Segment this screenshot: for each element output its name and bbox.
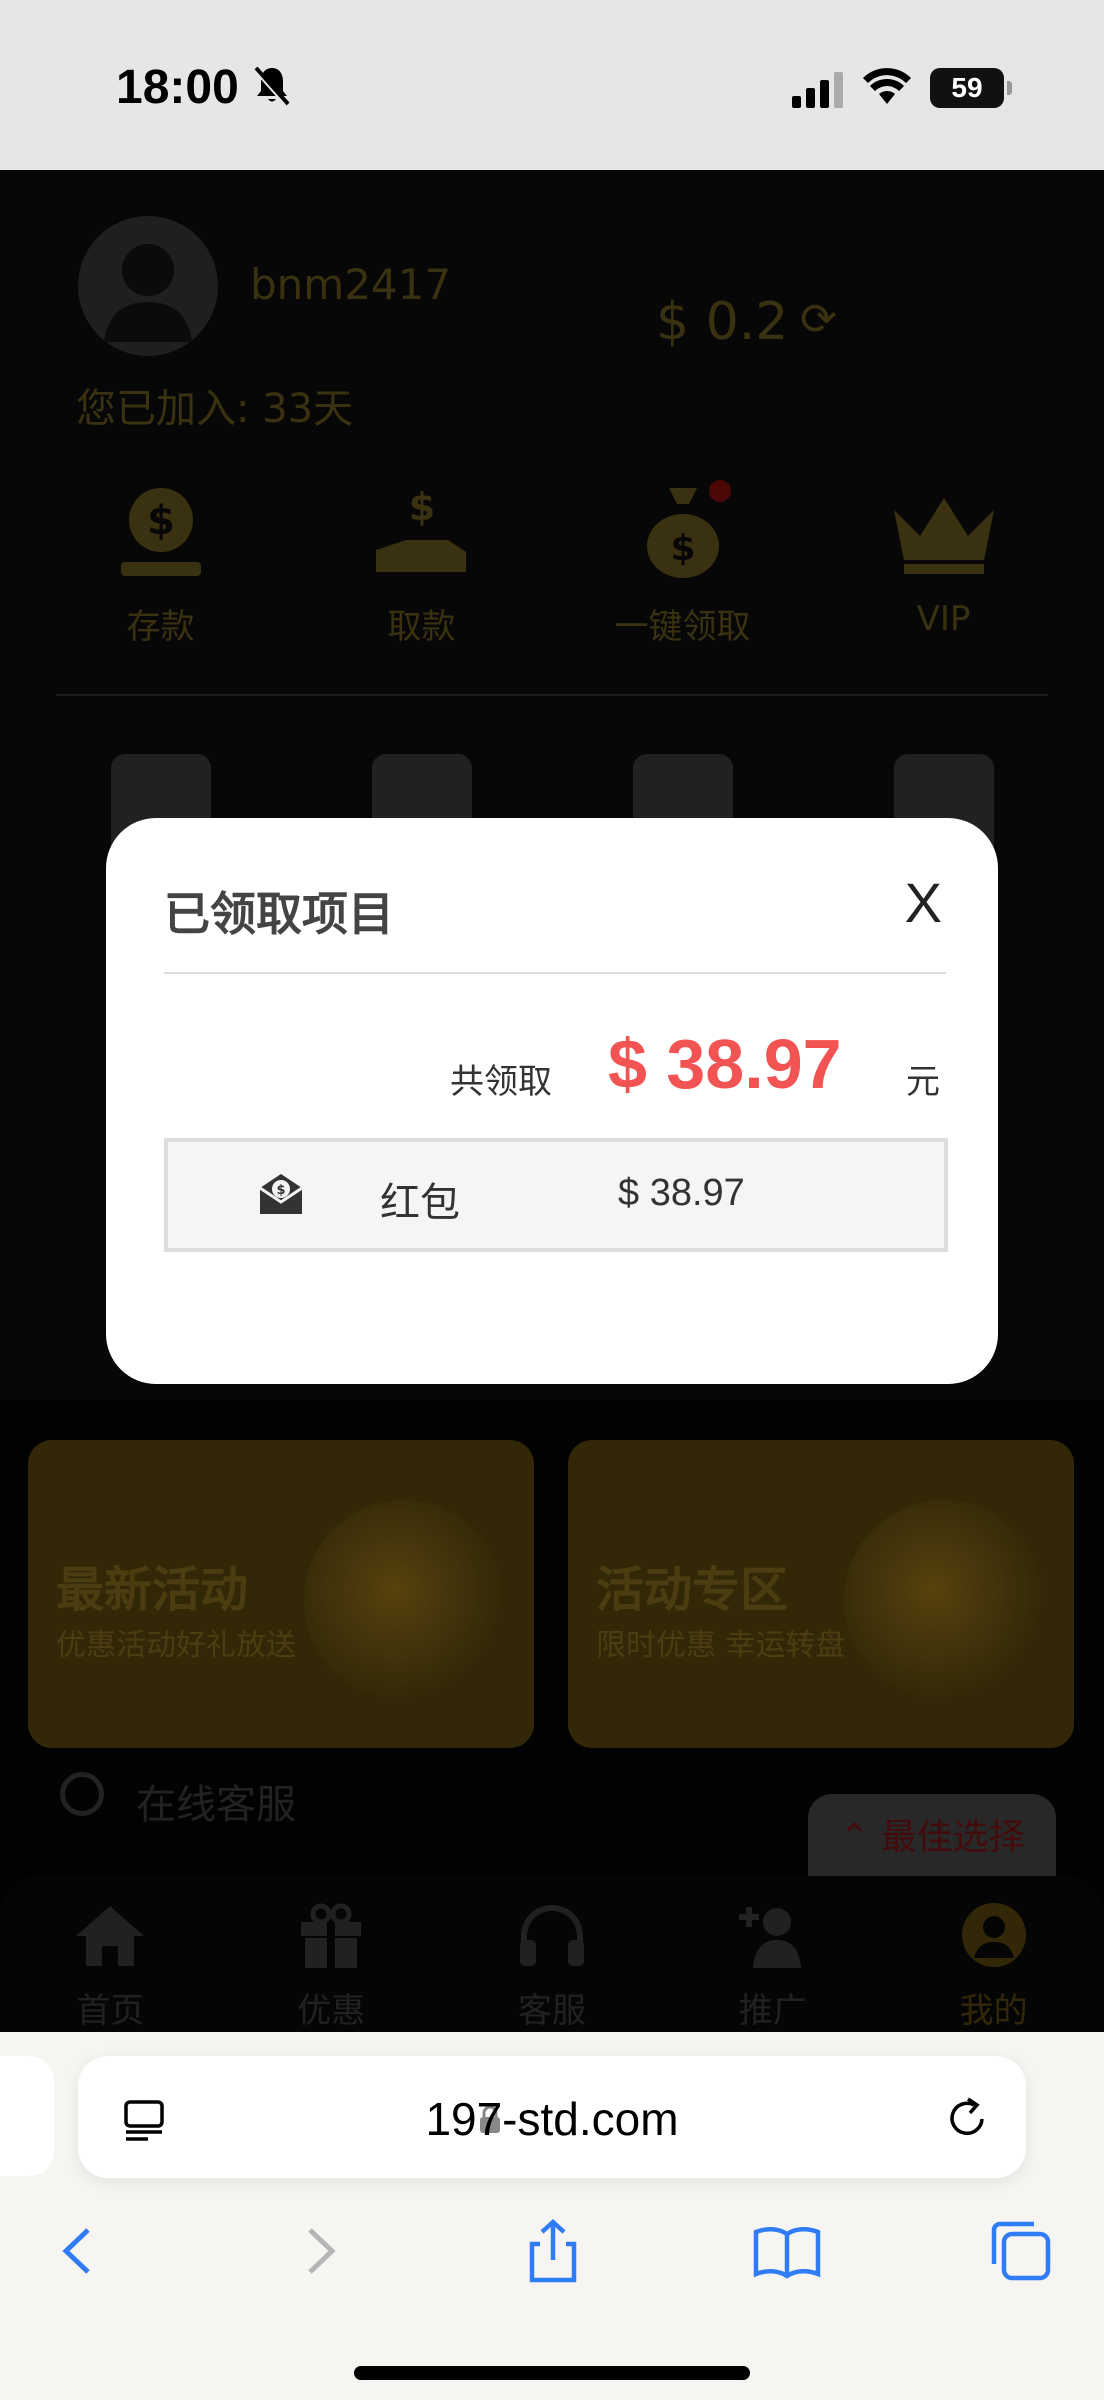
total-claimed-amount: $ 38.97 [608, 1025, 842, 1103]
status-bar: 18:00 59 [0, 0, 1104, 170]
back-icon[interactable] [44, 2216, 114, 2286]
claimed-item-name: 红包 [380, 1180, 460, 1226]
wifi-icon [863, 68, 911, 104]
url-text: 197-std.com [425, 2093, 679, 2145]
bookmarks-icon[interactable] [752, 2216, 822, 2286]
claimed-items-dialog: 已领取项目 X 共领取 $ 38.97 元 $ 红包 $ 38.97 [106, 818, 998, 1384]
svg-text:$: $ [276, 1183, 285, 1198]
browser-toolbar: 197-std.com [0, 2032, 1104, 2400]
claimed-item-row: $ 红包 $ 38.97 [164, 1138, 948, 1252]
share-icon[interactable] [518, 2216, 588, 2286]
dialog-title: 已领取项目 [164, 887, 394, 941]
status-time: 18:00 [116, 61, 239, 114]
bell-muted-icon [252, 66, 290, 106]
dialog-divider [164, 972, 946, 974]
previous-tab-edge[interactable] [0, 2056, 54, 2176]
reload-icon[interactable] [944, 2096, 990, 2142]
total-claimed-label: 共领取 [450, 1062, 552, 1102]
close-button[interactable]: X [905, 870, 942, 935]
browser-nav [0, 2206, 1104, 2306]
signal-icon [792, 72, 843, 108]
currency-unit: 元 [906, 1062, 940, 1102]
address-bar[interactable]: 197-std.com [78, 2056, 1026, 2178]
claimed-item-amount: $ 38.97 [618, 1172, 745, 1214]
red-envelope-icon: $ [259, 1174, 303, 1214]
tabs-icon[interactable] [986, 2216, 1056, 2286]
home-indicator[interactable] [354, 2366, 750, 2380]
forward-icon[interactable] [284, 2216, 354, 2286]
battery-indicator: 59 [930, 68, 1012, 108]
